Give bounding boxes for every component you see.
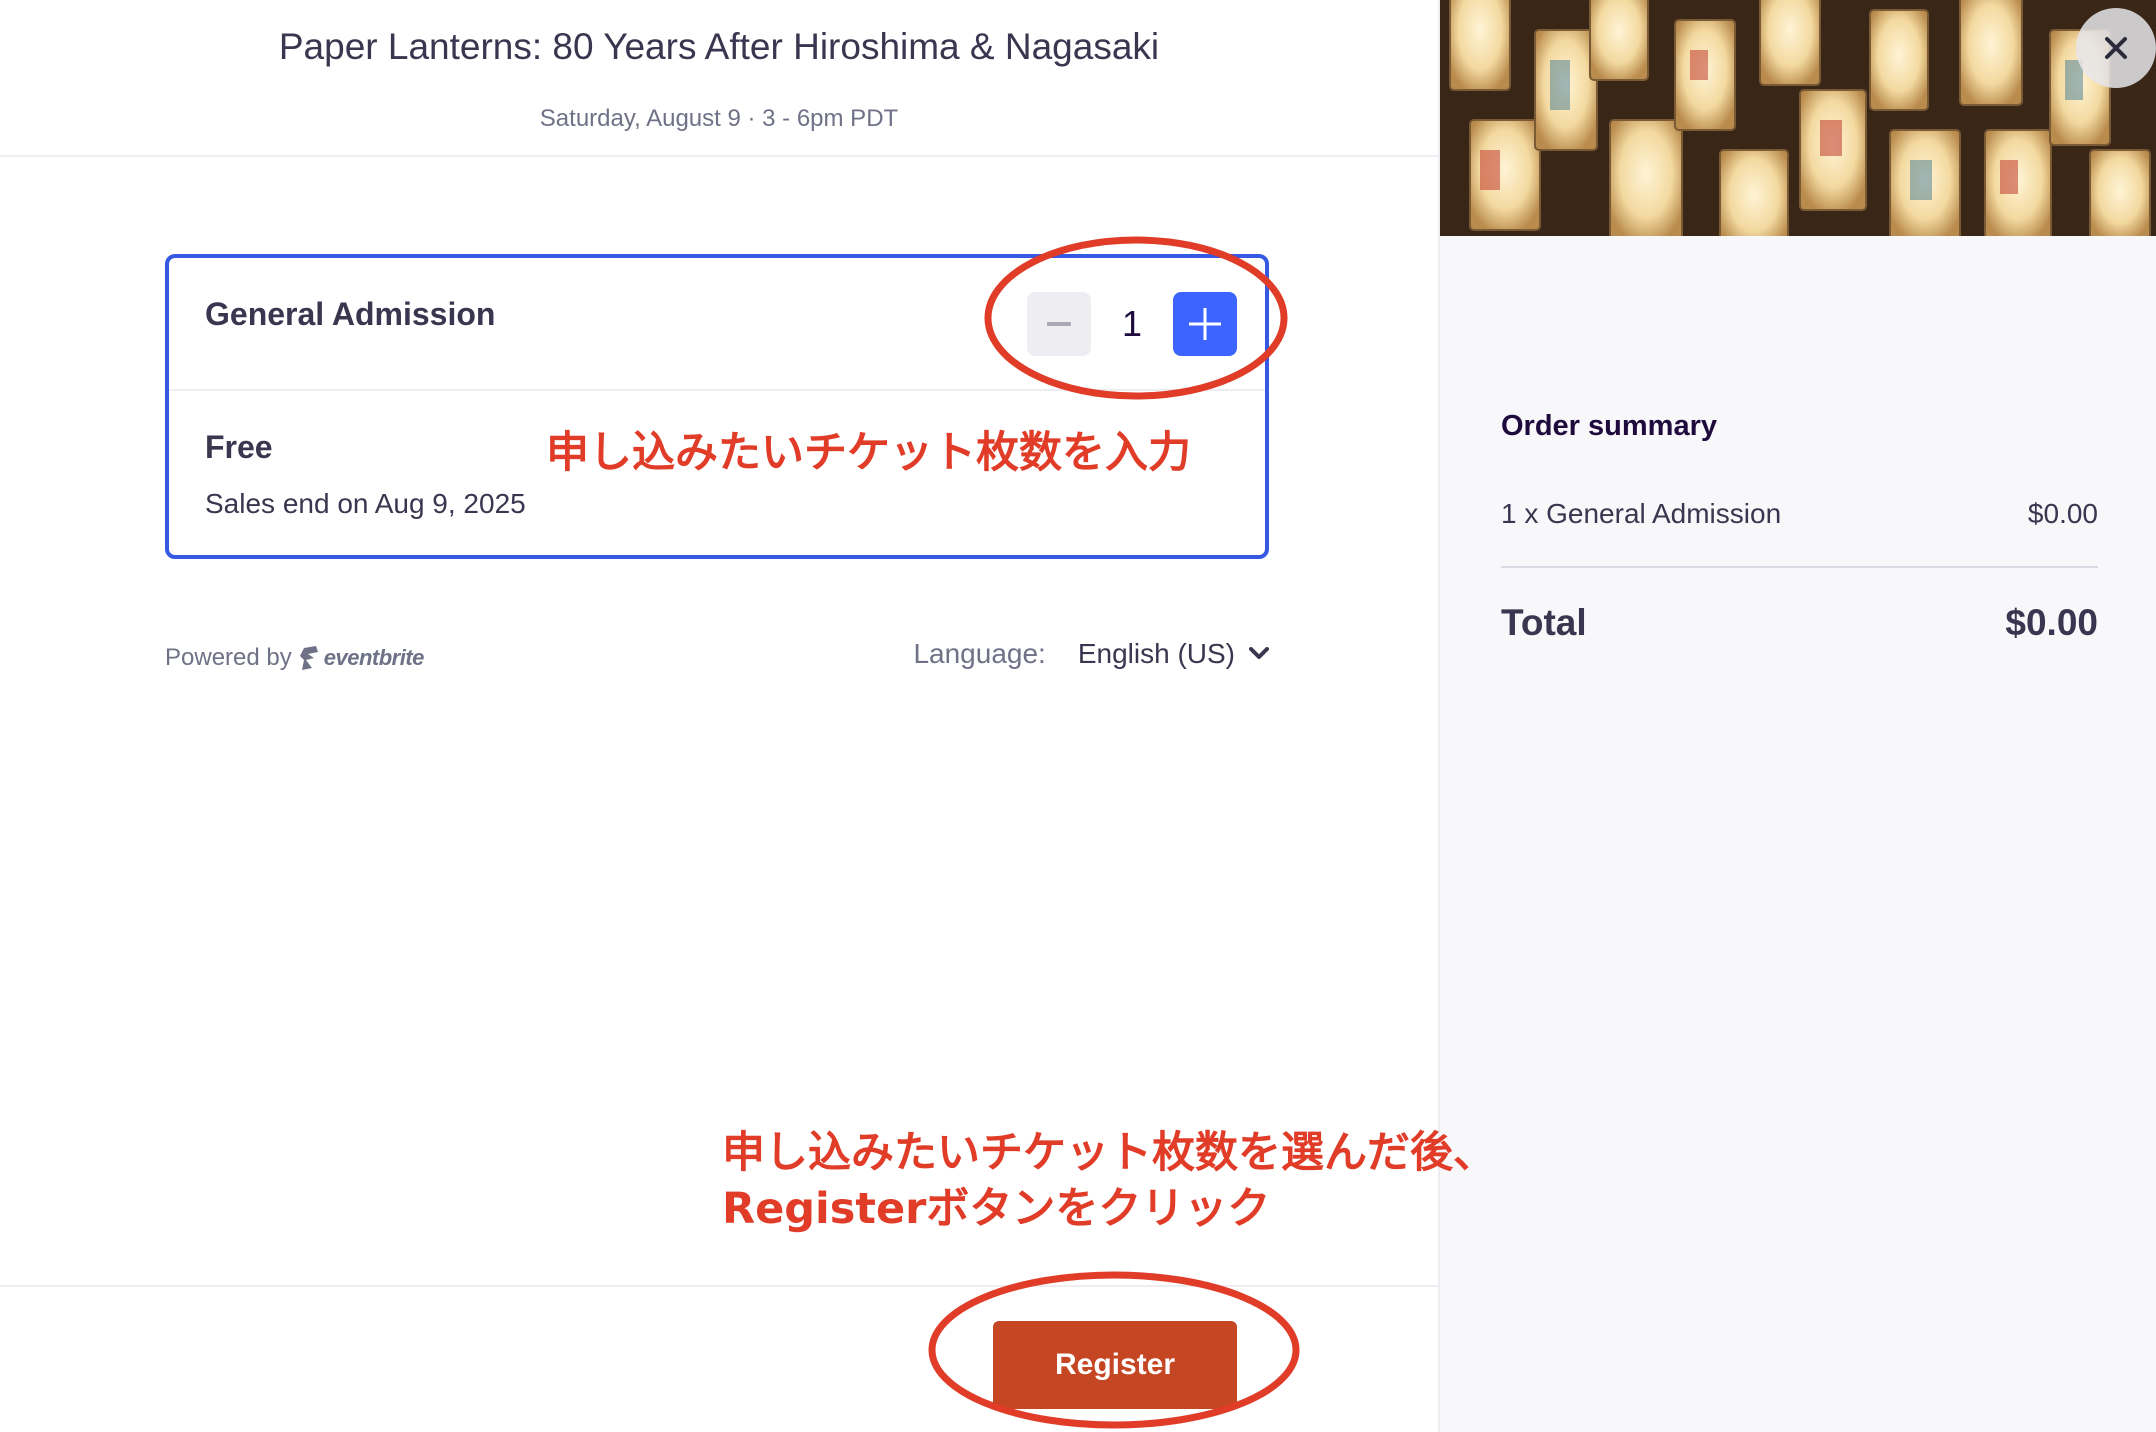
- ticket-price: Free: [205, 429, 273, 465]
- language-selector[interactable]: Language: English (US): [913, 638, 1269, 670]
- order-line-item: 1 x General Admission: [1501, 498, 1782, 529]
- order-summary-divider: [1501, 566, 2098, 568]
- language-label: Language:: [913, 638, 1046, 669]
- eventbrite-wordmark: eventbrite: [323, 645, 425, 670]
- increase-quantity-button[interactable]: [1173, 292, 1237, 356]
- lanterns-image: [1440, 0, 2156, 236]
- register-button[interactable]: Register: [993, 1321, 1237, 1409]
- powered-by-label: Powered by: [165, 644, 292, 671]
- event-header: Paper Lanterns: 80 Years After Hiroshima…: [0, 0, 1438, 157]
- plus-icon: [1189, 308, 1221, 340]
- quantity-value[interactable]: 1: [1091, 292, 1173, 356]
- event-image: [1440, 0, 2156, 236]
- chevron-down-icon[interactable]: [1249, 647, 1269, 661]
- order-total-value: $0.00: [2005, 602, 2098, 643]
- order-summary-title: Order summary: [1501, 410, 1717, 442]
- register-annotation-line-1: 申し込みたいチケット枚数を選んだ後、: [722, 1128, 1496, 1178]
- register-annotation-line-2: Registerボタンをクリック: [722, 1184, 1271, 1234]
- quantity-annotation-text: 申し込みたいチケット枚数を入力: [546, 428, 1191, 478]
- order-total-label: Total: [1501, 602, 1587, 643]
- event-date: Saturday, August 9 · 3 - 6pm PDT: [539, 105, 899, 132]
- minus-icon: [1047, 322, 1071, 326]
- order-summary-line: 1 x General Admission $0.00: [1501, 498, 2098, 530]
- language-value[interactable]: English (US): [1078, 638, 1235, 670]
- order-summary-panel: Order summary 1 x General Admission $0.0…: [1438, 0, 2156, 1432]
- order-total: Total $0.00: [1501, 602, 2098, 644]
- ticket-sales-end: Sales end on Aug 9, 2025: [205, 488, 526, 519]
- register-annotation-text: 申し込みたいチケット枚数を選んだ後、 Registerボタンをクリック: [722, 1125, 1496, 1237]
- close-button[interactable]: [2076, 8, 2156, 88]
- eventbrite-logo-icon: [299, 646, 318, 670]
- ticket-card-header: General Admission 1: [169, 258, 1265, 391]
- order-line-price: $0.00: [2027, 498, 2098, 529]
- ticket-card: General Admission 1 Free Sales end on Au…: [165, 254, 1269, 559]
- checkout-modal: Paper Lanterns: 80 Years After Hiroshima…: [0, 0, 2156, 1432]
- ticket-name: General Admission: [205, 296, 496, 332]
- decrease-quantity-button[interactable]: [1027, 292, 1091, 356]
- event-title: Paper Lanterns: 80 Years After Hiroshima…: [278, 26, 1160, 67]
- close-icon: [2105, 37, 2127, 59]
- powered-by: Powered by eventbrite: [165, 644, 424, 672]
- eventbrite-link[interactable]: eventbrite: [299, 645, 425, 671]
- checkout-footer: Powered by eventbrite Language: English …: [165, 638, 1269, 678]
- checkout-action-bar: Register: [0, 1285, 1438, 1432]
- quantity-stepper: 1: [1027, 292, 1237, 356]
